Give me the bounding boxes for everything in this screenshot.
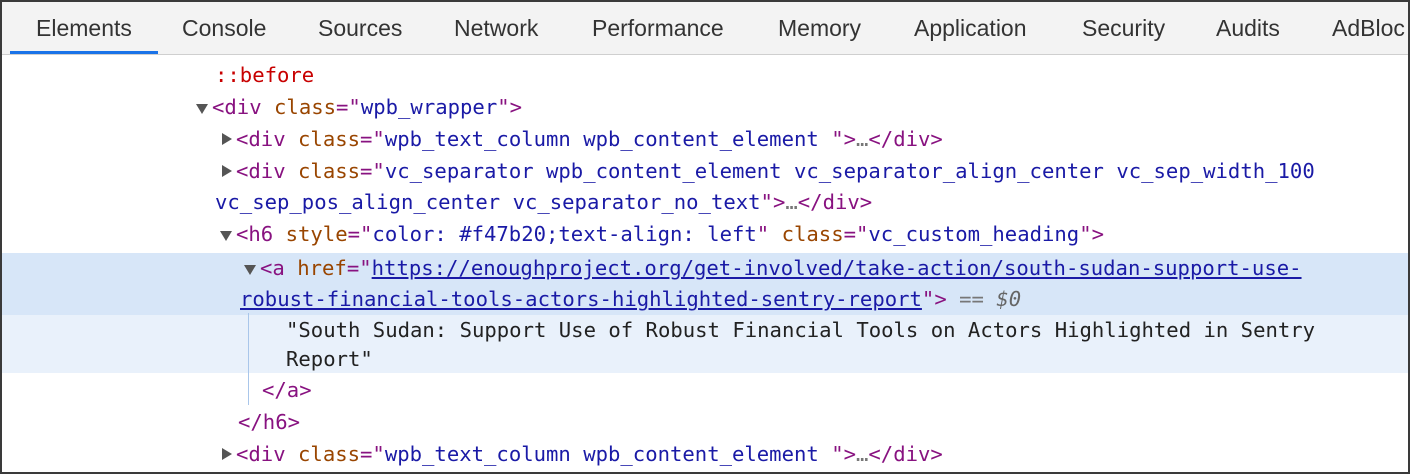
tag-open: <a (260, 256, 285, 280)
dom-node-text-column-2[interactable]: <div class="wpb_text_column wpb_content_… (2, 439, 1408, 470)
tab-memory[interactable]: Memory (778, 2, 861, 54)
tag-open: <h6 (236, 222, 274, 246)
dom-node-before[interactable]: ::before (2, 60, 1408, 91)
tab-application[interactable]: Application (914, 2, 1027, 54)
attr-name: class (781, 222, 844, 246)
tag-open: <div (236, 127, 286, 151)
dom-node-h6[interactable]: <h6 style="color: #f47b20;text-align: le… (2, 219, 1408, 250)
pseudo-element: ::before (215, 63, 315, 87)
devtools-window: Elements Console Sources Network Perform… (0, 0, 1410, 474)
attr-value: wpb_wrapper (360, 95, 498, 119)
dom-node-separator-wrap: vc_sep_pos_align_center vc_separator_no_… (215, 190, 873, 214)
tag-close: </div> (868, 442, 943, 466)
attr-value-continued: vc_sep_pos_align_center vc_separator_no_… (215, 190, 761, 214)
href-link-continued[interactable]: robust-financial-tools-actors-highlighte… (240, 287, 922, 311)
dom-node-h6-close[interactable]: </h6> (2, 407, 1408, 438)
collapse-arrow-icon[interactable] (222, 133, 232, 145)
attr-name: class (298, 127, 361, 151)
selected-marker: == (959, 287, 984, 311)
attr-name: class (298, 159, 361, 183)
attr-name: class (298, 442, 361, 466)
tag-close: </div> (797, 190, 873, 214)
collapsed-ellipsis[interactable]: … (856, 127, 868, 151)
dom-text-node-wrap: Report" (2, 344, 1408, 375)
tag-close: </h6> (238, 410, 300, 434)
collapsed-ellipsis[interactable]: … (785, 190, 797, 214)
tab-audits[interactable]: Audits (1216, 2, 1280, 54)
devtools-tab-bar: Elements Console Sources Network Perform… (2, 2, 1408, 55)
console-ref: $0 (996, 287, 1022, 311)
dom-text-node[interactable]: "South Sudan: Support Use of Robust Fina… (2, 315, 1408, 346)
tab-security[interactable]: Security (1082, 2, 1165, 54)
attr-value: color: #f47b20;text-align: left (372, 222, 757, 246)
text-node-content: "South Sudan: Support Use of Robust Fina… (286, 318, 1316, 342)
expand-arrow-icon[interactable] (220, 231, 232, 241)
dom-tree[interactable]: ::before <div class="wpb_wrapper"> <div … (2, 55, 1408, 472)
dom-node-wrapper[interactable]: <div class="wpb_wrapper"> (2, 92, 1408, 123)
tag-open: <div (212, 95, 262, 119)
tag-close: </a> (262, 378, 312, 402)
collapse-arrow-icon[interactable] (222, 448, 232, 460)
text-node-content-continued: Report" (286, 347, 373, 371)
tag-open: <div (236, 442, 286, 466)
dom-node-separator[interactable]: <div class="vc_separator wpb_content_ele… (2, 156, 1408, 187)
tag-close: </div> (868, 127, 943, 151)
expand-arrow-icon[interactable] (196, 104, 208, 114)
dom-node-text-column[interactable]: <div class="wpb_text_column wpb_content_… (2, 124, 1408, 155)
attr-name: class (274, 95, 337, 119)
tab-performance[interactable]: Performance (592, 2, 724, 54)
tab-console[interactable]: Console (182, 2, 266, 54)
collapse-arrow-icon[interactable] (222, 165, 232, 177)
collapsed-ellipsis[interactable]: … (856, 442, 868, 466)
tab-elements[interactable]: Elements (36, 2, 132, 54)
expand-arrow-icon[interactable] (244, 265, 256, 275)
tag-open: <div (236, 159, 286, 183)
attr-value: wpb_text_column wpb_content_element (384, 127, 832, 151)
tab-sources[interactable]: Sources (318, 2, 402, 54)
attr-name: href (297, 256, 347, 280)
tab-adblock[interactable]: AdBloc (1332, 2, 1405, 54)
attr-value: wpb_text_column wpb_content_element (384, 442, 832, 466)
active-tab-indicator (10, 51, 158, 54)
href-link[interactable]: https://enoughproject.org/get-involved/t… (372, 256, 1302, 280)
attr-value: vc_separator wpb_content_element vc_sepa… (384, 159, 1315, 183)
dom-node-anchor[interactable]: <a href="https://enoughproject.org/get-i… (2, 253, 1408, 284)
attr-value: vc_custom_heading (868, 222, 1080, 246)
dom-node-anchor-wrap: robust-financial-tools-actors-highlighte… (240, 287, 1022, 311)
dom-node-anchor-close[interactable]: </a> (2, 375, 1408, 406)
tab-network[interactable]: Network (454, 2, 538, 54)
attr-name: style (285, 222, 348, 246)
